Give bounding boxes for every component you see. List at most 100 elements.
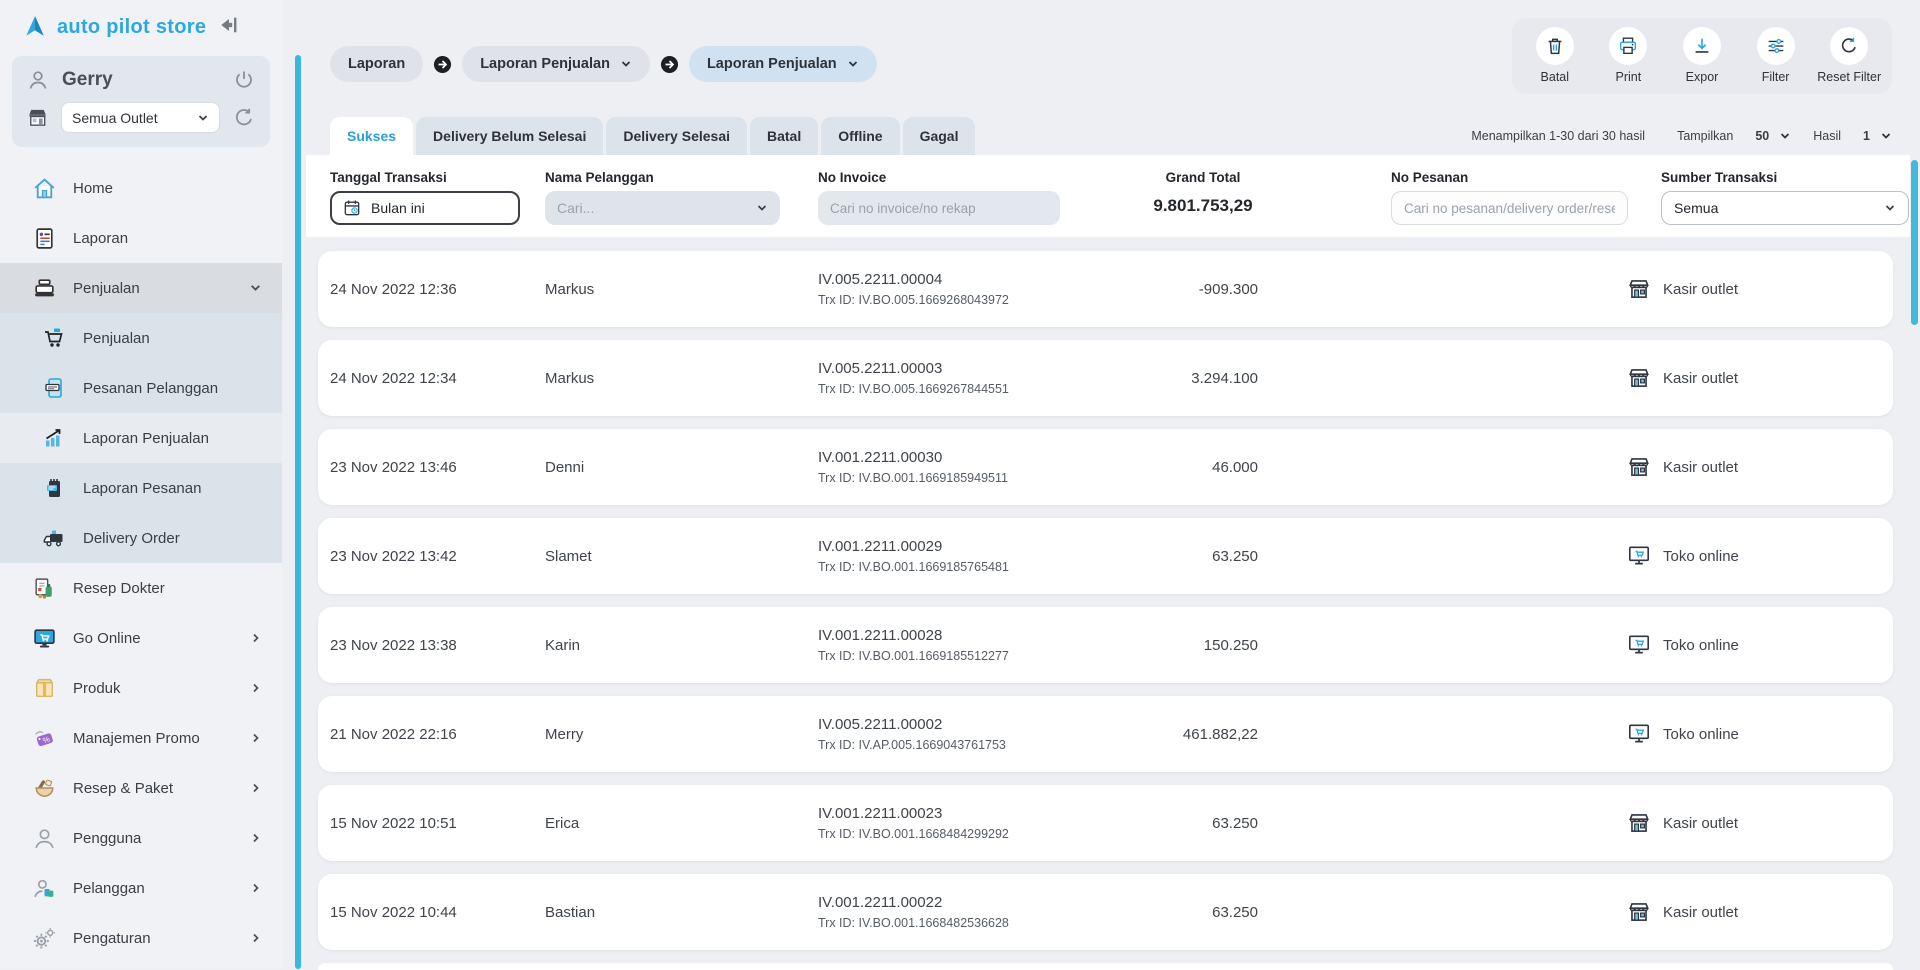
outlet-select[interactable]: Semua Outlet <box>61 102 220 133</box>
row-customer: Markus <box>545 370 818 387</box>
batal-button[interactable]: Batal <box>1519 27 1591 94</box>
tab-delivery-selesai[interactable]: Delivery Selesai <box>606 117 747 155</box>
row-invoice: IV.001.2211.00029 <box>818 538 1098 555</box>
row-amount: 46.000 <box>1098 459 1258 476</box>
row-amount: 150.250 <box>1098 637 1258 654</box>
sidebar-collapse-icon[interactable] <box>218 14 240 36</box>
sidebar-item-resep-paket[interactable]: Resep & Paket <box>0 763 282 813</box>
tab-label: Batal <box>767 128 801 144</box>
sidebar-item-delivery-order[interactable]: Delivery Order <box>0 513 282 563</box>
sidebar-item-label: Pengguna <box>73 830 141 847</box>
row-invoice: IV.001.2211.00030 <box>818 449 1098 466</box>
sales-chart-icon <box>42 426 67 451</box>
sidebar-item-pengguna[interactable]: Pengguna <box>0 813 282 863</box>
row-datetime: 21 Nov 2022 22:16 <box>330 726 545 743</box>
table-row[interactable]: 24 Nov 2022 12:34 Markus IV.005.2211.000… <box>318 340 1893 416</box>
row-trx-id: Trx ID: IV.BO.001.1668482536628 <box>818 916 1098 930</box>
row-trx-id: Trx ID: IV.BO.001.1669185512277 <box>818 649 1098 663</box>
chevron-right-icon <box>250 882 262 894</box>
chevron-right-icon <box>250 832 262 844</box>
sidebar-item-go-online[interactable]: Go Online <box>0 613 282 663</box>
settings-icon <box>32 926 57 951</box>
sidebar-item-label: Penjualan <box>83 330 150 347</box>
sidebar-item-produk[interactable]: Produk <box>0 663 282 713</box>
row-customer: Merry <box>545 726 818 743</box>
customer-select[interactable]: Cari... <box>545 191 780 225</box>
sidebar-item-laporan-penjualan[interactable]: Laporan Penjualan <box>0 413 282 463</box>
row-source: Toko online <box>1663 637 1739 654</box>
row-trx-id: Trx ID: IV.BO.005.1669267844551 <box>818 382 1098 396</box>
action-toolbar: Batal Print Expor Filter <box>1512 18 1892 94</box>
filter-sliders-icon <box>1757 27 1795 65</box>
table-row[interactable]: 15 Nov 2022 10:51 Erica IV.001.2211.0002… <box>318 785 1893 861</box>
online-shop-icon <box>1626 632 1652 658</box>
sidebar-item-pengaturan[interactable]: Pengaturan <box>0 913 282 963</box>
customer-icon <box>32 876 57 901</box>
page-select[interactable]: 1 <box>1863 129 1892 143</box>
sidebar-item-label: Go Online <box>73 630 141 647</box>
invoice-search-input[interactable] <box>818 191 1060 225</box>
sidebar-item-penjualan-parent[interactable]: Penjualan <box>0 263 282 313</box>
reset-filter-button[interactable]: Reset Filter <box>1813 27 1885 94</box>
chevron-down-icon <box>847 58 859 70</box>
tab-sukses[interactable]: Sukses <box>330 117 413 155</box>
breadcrumb-laporan[interactable]: Laporan <box>330 46 423 82</box>
table-row[interactable]: 15 Nov 2022 10:44 Bastian IV.001.2211.00… <box>318 874 1893 950</box>
filter-button[interactable]: Filter <box>1740 27 1812 94</box>
breadcrumb-laporan-penjualan[interactable]: Laporan Penjualan <box>462 46 650 82</box>
logout-power-icon[interactable] <box>232 68 256 92</box>
refresh-outlet-icon[interactable] <box>232 106 256 130</box>
row-datetime: 23 Nov 2022 13:42 <box>330 548 545 565</box>
sidebar-item-resep-dokter[interactable]: Resep Dokter <box>0 563 282 613</box>
print-button[interactable]: Print <box>1592 27 1664 94</box>
grand-total-label: Grand Total <box>1088 170 1318 185</box>
page-value: 1 <box>1863 129 1870 143</box>
tab-gagal[interactable]: Gagal <box>903 117 976 155</box>
chevron-down-icon <box>197 112 209 124</box>
expor-button[interactable]: Expor <box>1666 27 1738 94</box>
storefront-icon <box>1626 276 1652 302</box>
sidebar-item-pelanggan[interactable]: Pelanggan <box>0 863 282 913</box>
sidebar-item-label: Laporan Penjualan <box>83 430 209 447</box>
sidebar-item-manajemen-promo[interactable]: % Manajemen Promo <box>0 713 282 763</box>
sidebar-item-pesanan-pelanggan[interactable]: Pesanan Pelanggan <box>0 363 282 413</box>
sidebar-item-label: Penjualan <box>73 280 140 297</box>
recipe-icon <box>32 776 57 801</box>
sidebar-item-label: Laporan <box>73 230 128 247</box>
source-select[interactable]: Semua <box>1661 191 1909 225</box>
chevron-down-icon <box>1884 202 1896 214</box>
tab-batal[interactable]: Batal <box>750 117 818 155</box>
source-select-value: Semua <box>1674 200 1884 216</box>
breadcrumb: Laporan Laporan Penjualan Laporan Penjua… <box>330 34 877 94</box>
row-invoice: IV.005.2211.00003 <box>818 360 1098 377</box>
home-icon <box>32 176 57 201</box>
tab-offline[interactable]: Offline <box>821 117 899 155</box>
content-accent-bar <box>295 55 301 969</box>
outlet-select-value: Semua Outlet <box>72 110 197 126</box>
sidebar-item-laporan[interactable]: Laporan <box>0 213 282 263</box>
table-row[interactable]: 21 Nov 2022 22:16 Merry IV.005.2211.0000… <box>318 696 1893 772</box>
table-row[interactable]: 24 Nov 2022 12:36 Markus IV.005.2211.000… <box>318 251 1893 327</box>
tab-delivery-belum-selesai[interactable]: Delivery Belum Selesai <box>416 117 603 155</box>
table-row[interactable]: 23 Nov 2022 13:46 Denni IV.001.2211.0003… <box>318 429 1893 505</box>
vertical-scrollbar[interactable] <box>1911 160 1918 325</box>
sidebar-item-penjualan[interactable]: Penjualan <box>0 313 282 363</box>
row-datetime: 23 Nov 2022 13:38 <box>330 637 545 654</box>
sidebar-item-label: Resep & Paket <box>73 780 173 797</box>
filter-label-tanggal: Tanggal Transaksi <box>330 170 520 185</box>
date-range-picker[interactable]: Bulan ini <box>330 191 520 225</box>
report-type-select[interactable]: Laporan Penjualan <box>689 46 877 82</box>
row-datetime: 23 Nov 2022 13:46 <box>330 459 545 476</box>
filter-label-sumber: Sumber Transaksi <box>1661 170 1909 185</box>
row-datetime: 24 Nov 2022 12:36 <box>330 281 545 298</box>
sidebar-item-label: Pengaturan <box>73 930 151 947</box>
sidebar-item-home[interactable]: Home <box>0 163 282 213</box>
pagination-bar: Menampilkan 1-30 dari 30 hasil Tampilkan… <box>1471 129 1892 155</box>
sidebar-item-laporan-pesanan[interactable]: Laporan Pesanan <box>0 463 282 513</box>
table-row[interactable]: 23 Nov 2022 13:42 Slamet IV.001.2211.000… <box>318 518 1893 594</box>
row-amount: 63.250 <box>1098 815 1258 832</box>
page-size-select[interactable]: 50 <box>1755 129 1791 143</box>
order-search-input[interactable] <box>1391 191 1628 225</box>
chevron-right-icon <box>250 732 262 744</box>
table-row[interactable]: 23 Nov 2022 13:38 Karin IV.001.2211.0002… <box>318 607 1893 683</box>
